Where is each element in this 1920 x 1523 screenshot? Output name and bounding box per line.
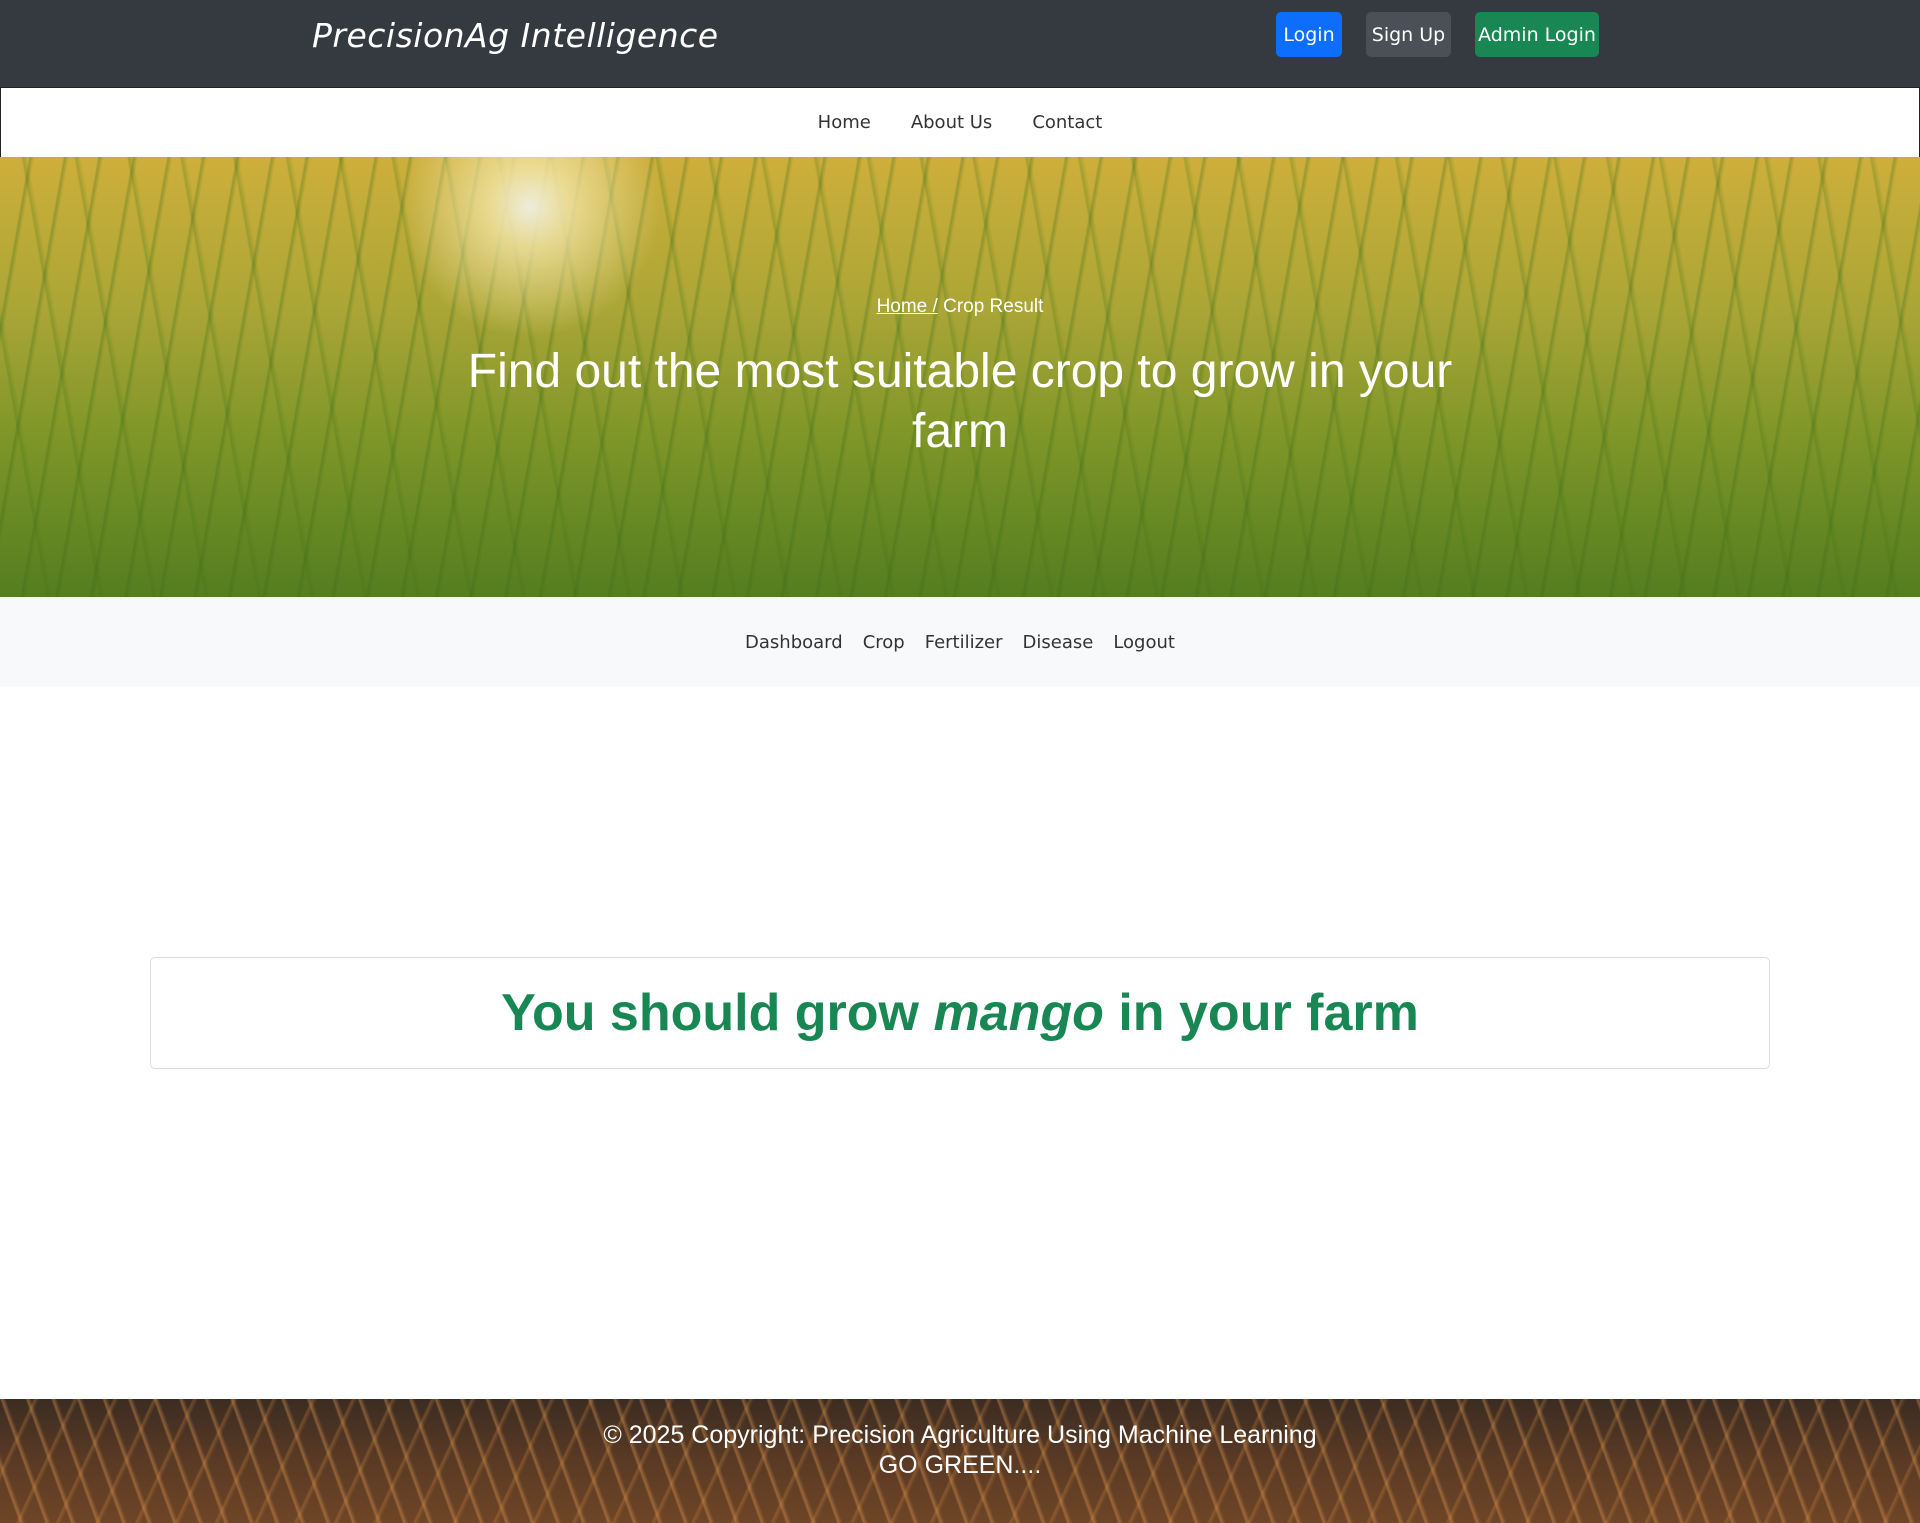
hero-banner: Home / Crop Result Find out the most sui…: [0, 157, 1920, 597]
top-header: PrecisionAg Intelligence Login Sign Up A…: [0, 0, 1920, 87]
brand-logo[interactable]: PrecisionAg Intelligence: [312, 16, 719, 55]
breadcrumb-home-link[interactable]: Home /: [877, 296, 938, 317]
signup-button[interactable]: Sign Up: [1366, 12, 1451, 57]
footer: © 2025 Copyright: Precision Agriculture …: [0, 1399, 1920, 1523]
dashnav-item-crop[interactable]: Crop: [863, 632, 905, 653]
dashboard-nav: Dashboard Crop Fertilizer Disease Logout: [0, 597, 1920, 687]
result-card: You should grow mango in your farm: [150, 957, 1770, 1069]
result-suffix: in your farm: [1103, 984, 1419, 1042]
result-message: You should grow mango in your farm: [501, 983, 1419, 1043]
main-nav: Home About Us Contact: [0, 87, 1920, 158]
dashnav-item-disease[interactable]: Disease: [1023, 632, 1094, 653]
nav-item-home[interactable]: Home: [818, 112, 871, 133]
page-title: Find out the most suitable crop to grow …: [467, 345, 1453, 458]
nav-item-about-us[interactable]: About Us: [911, 112, 993, 133]
result-crop: mango: [933, 984, 1104, 1042]
breadcrumb: Home / Crop Result: [0, 296, 1920, 318]
footer-tagline: GO GREEN....: [878, 1451, 1042, 1479]
dashnav-item-dashboard[interactable]: Dashboard: [745, 632, 843, 653]
login-button[interactable]: Login: [1276, 12, 1342, 57]
breadcrumb-current: Crop Result: [943, 296, 1044, 317]
result-prefix: You should grow: [501, 984, 934, 1042]
nav-item-contact[interactable]: Contact: [1032, 112, 1102, 133]
dashnav-item-logout[interactable]: Logout: [1113, 632, 1175, 653]
admin-login-button[interactable]: Admin Login: [1475, 12, 1599, 57]
footer-copyright: © 2025 Copyright: Precision Agriculture …: [603, 1421, 1317, 1449]
dashnav-item-fertilizer[interactable]: Fertilizer: [925, 632, 1003, 653]
